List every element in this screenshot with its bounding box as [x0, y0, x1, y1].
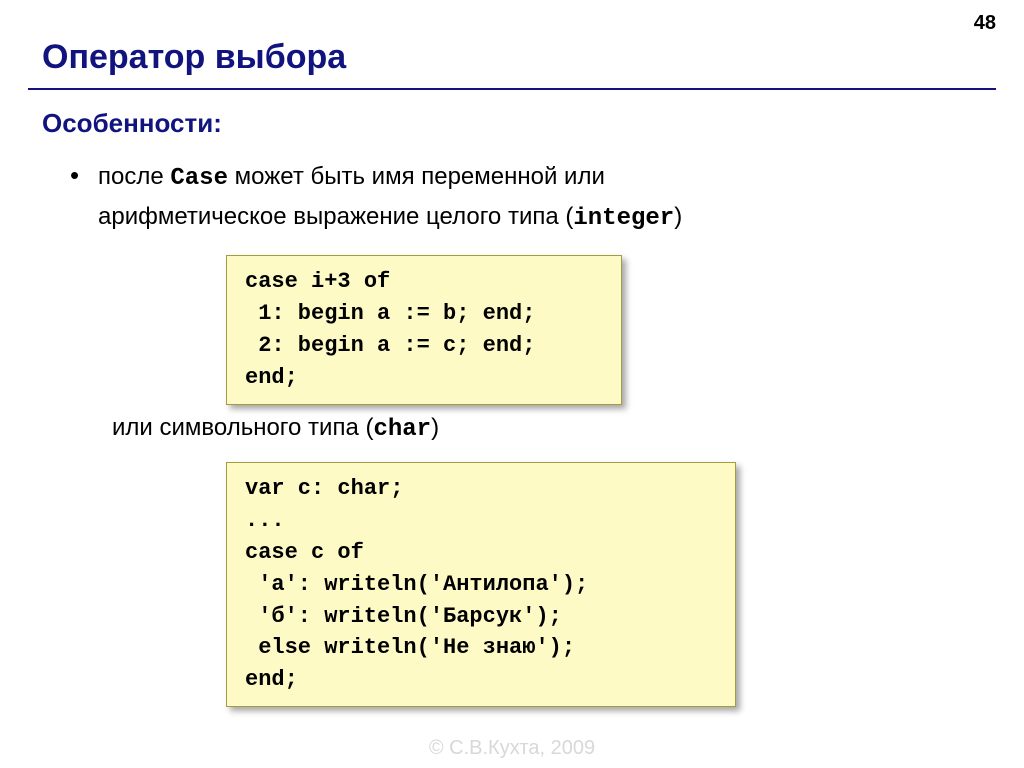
after-code1-pre: или символьного типа ( [112, 414, 373, 441]
bullet-text: после Case может быть имя переменной или… [98, 158, 682, 239]
bullet-mid1: может быть имя переменной или [228, 163, 605, 190]
slide-title: Оператор выбора [42, 38, 346, 77]
title-underline [28, 88, 996, 90]
bullet-marker: • [70, 160, 79, 191]
bullet-pre: после [98, 163, 170, 190]
bullet-line2b: ) [674, 203, 682, 230]
keyword-char: char [373, 416, 431, 443]
page-number: 48 [974, 12, 996, 35]
bullet-line2a: арифметическое выражение целого типа ( [98, 203, 573, 230]
keyword-integer: integer [573, 205, 674, 232]
after-code1-post: ) [431, 414, 439, 441]
subtitle: Особенности: [42, 108, 222, 139]
code-block-1: case i+3 of 1: begin a := b; end; 2: beg… [226, 255, 622, 405]
footer: © С.В.Кухта, 2009 [0, 737, 1024, 760]
keyword-case: Case [170, 165, 228, 192]
code-block-2: var c: char; ... case c of 'а': writeln(… [226, 462, 736, 707]
after-code1-text: или символьного типа (char) [112, 414, 439, 443]
